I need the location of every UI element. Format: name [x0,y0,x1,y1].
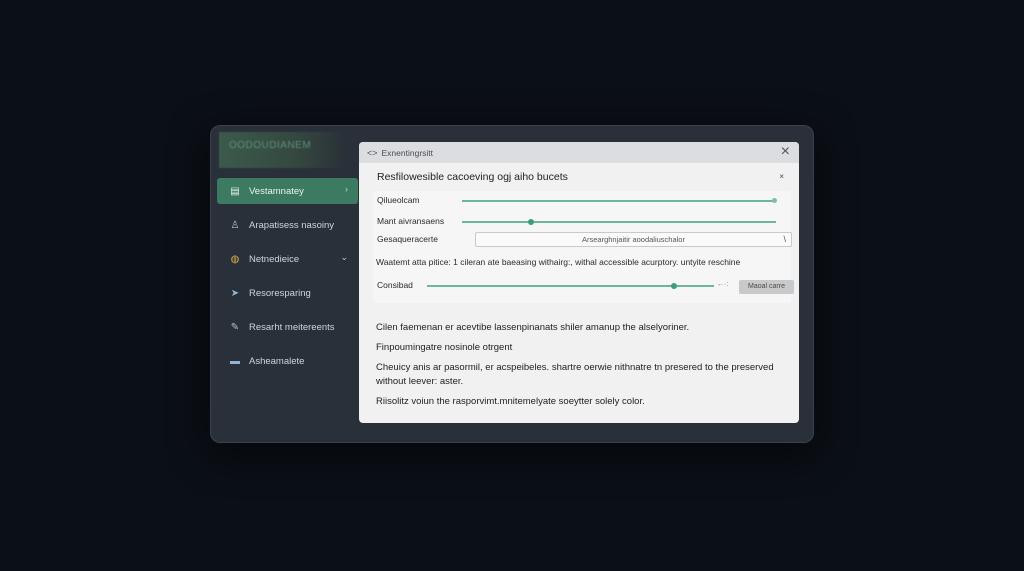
close-icon[interactable]: × [781,143,790,161]
setting-label: Mant aivransaens [377,216,445,226]
dialog-subtitle: Resfilowesible cacoeving ogj aiho bucets [377,171,568,183]
back-icon[interactable]: <> [367,148,378,158]
chevron-right-icon: › [345,184,348,194]
sidebar-item-label: Netnedieice [249,253,300,265]
sidebar: ▤ Vestamnatey › ♙ Arapatisess nasoiny ◍ … [217,178,358,382]
palette-icon: ◍ [230,253,240,265]
slider-5[interactable] [427,283,714,289]
style-select[interactable]: Arsearghnjaitir aoodaliuschalor \ [475,232,792,247]
sidebar-item-label: Resoresparing [249,287,311,299]
setting-hint: Waatemt atta pitice: 1 cileran ate baeas… [376,257,741,267]
apply-button[interactable]: Maoal carre [739,280,794,294]
settings-dialog: <> Exnentingrsitt × Resfilowesible cacoe… [359,142,799,423]
dismiss-icon[interactable]: × [779,172,784,181]
description-paragraph: Cheuicy anis ar pasormil, er acspeibeles… [376,362,774,387]
setting-row-5: Consibad [377,277,413,293]
setting-label: Consibad [377,280,413,290]
setting-label: Qilueolcam [377,195,420,205]
app-title: OODOUDIANEM [219,132,349,168]
sidebar-item-label: Arapatisess nasoiny [249,219,335,231]
slider-2[interactable] [462,219,776,225]
setting-row-2: Mant aivransaens [377,213,444,229]
list-icon: ▤ [230,185,240,197]
sidebar-item-label: Asheamalete [249,355,305,367]
slider-handle[interactable] [528,219,535,225]
sidebar-item-resoresparing[interactable]: ➤ Resoresparing [217,280,358,306]
folder-icon: ▬ [230,355,240,367]
sidebar-item-label: Resarht meitereents [249,321,335,333]
sidebar-item-resarht[interactable]: ✎ Resarht meitereents [217,314,358,340]
setting-label: Gesaqueracerte [377,234,438,244]
chevron-down-icon[interactable]: ⌄ [340,252,348,263]
dialog-header-title: Exnentingrsitt [381,147,434,158]
person-icon: ♙ [230,219,240,231]
description-paragraph: Cilen faemenan er acevtibe lassenpinanat… [376,322,690,333]
arrow-icon: ➤ [230,287,240,299]
settings-card: Qilueolcam Mant aivransaens Gesaqueracer… [373,191,794,303]
sidebar-item-label: Vestamnatey [249,185,304,197]
dialog-header: <> Exnentingrsitt × [359,142,799,163]
app-window: OODOUDIANEM ▤ Vestamnatey › ♙ Arapatises… [211,126,813,442]
description-paragraph: Riisolitz voiun the rasporvimt.mnitemely… [376,396,645,407]
pen-icon: ✎ [230,321,240,333]
setting-row-3: Gesaqueracerte [377,231,438,247]
slider-handle[interactable] [670,283,677,289]
resize-icon: \ [783,234,786,244]
sidebar-item-asheamalete[interactable]: ▬ Asheamalete [217,348,358,374]
slider-1[interactable] [462,198,777,203]
slider-handle[interactable] [771,198,777,203]
select-value: Arsearghnjaitir aoodaliuschalor [582,235,685,244]
dialog-subtitle-row: Resfilowesible cacoeving ogj aiho bucets… [359,163,799,189]
arrow-left-icon: ←·: [717,281,729,288]
sidebar-item-netnedieice[interactable]: ◍ Netnedieice ⌄ [217,246,358,272]
sidebar-item-arapatisess[interactable]: ♙ Arapatisess nasoiny [217,212,358,238]
setting-row-1: Qilueolcam [377,192,420,208]
description-paragraph: Finpoumingatre nosinole otrgent [376,342,513,353]
sidebar-item-vestamnatey[interactable]: ▤ Vestamnatey › [217,178,358,204]
